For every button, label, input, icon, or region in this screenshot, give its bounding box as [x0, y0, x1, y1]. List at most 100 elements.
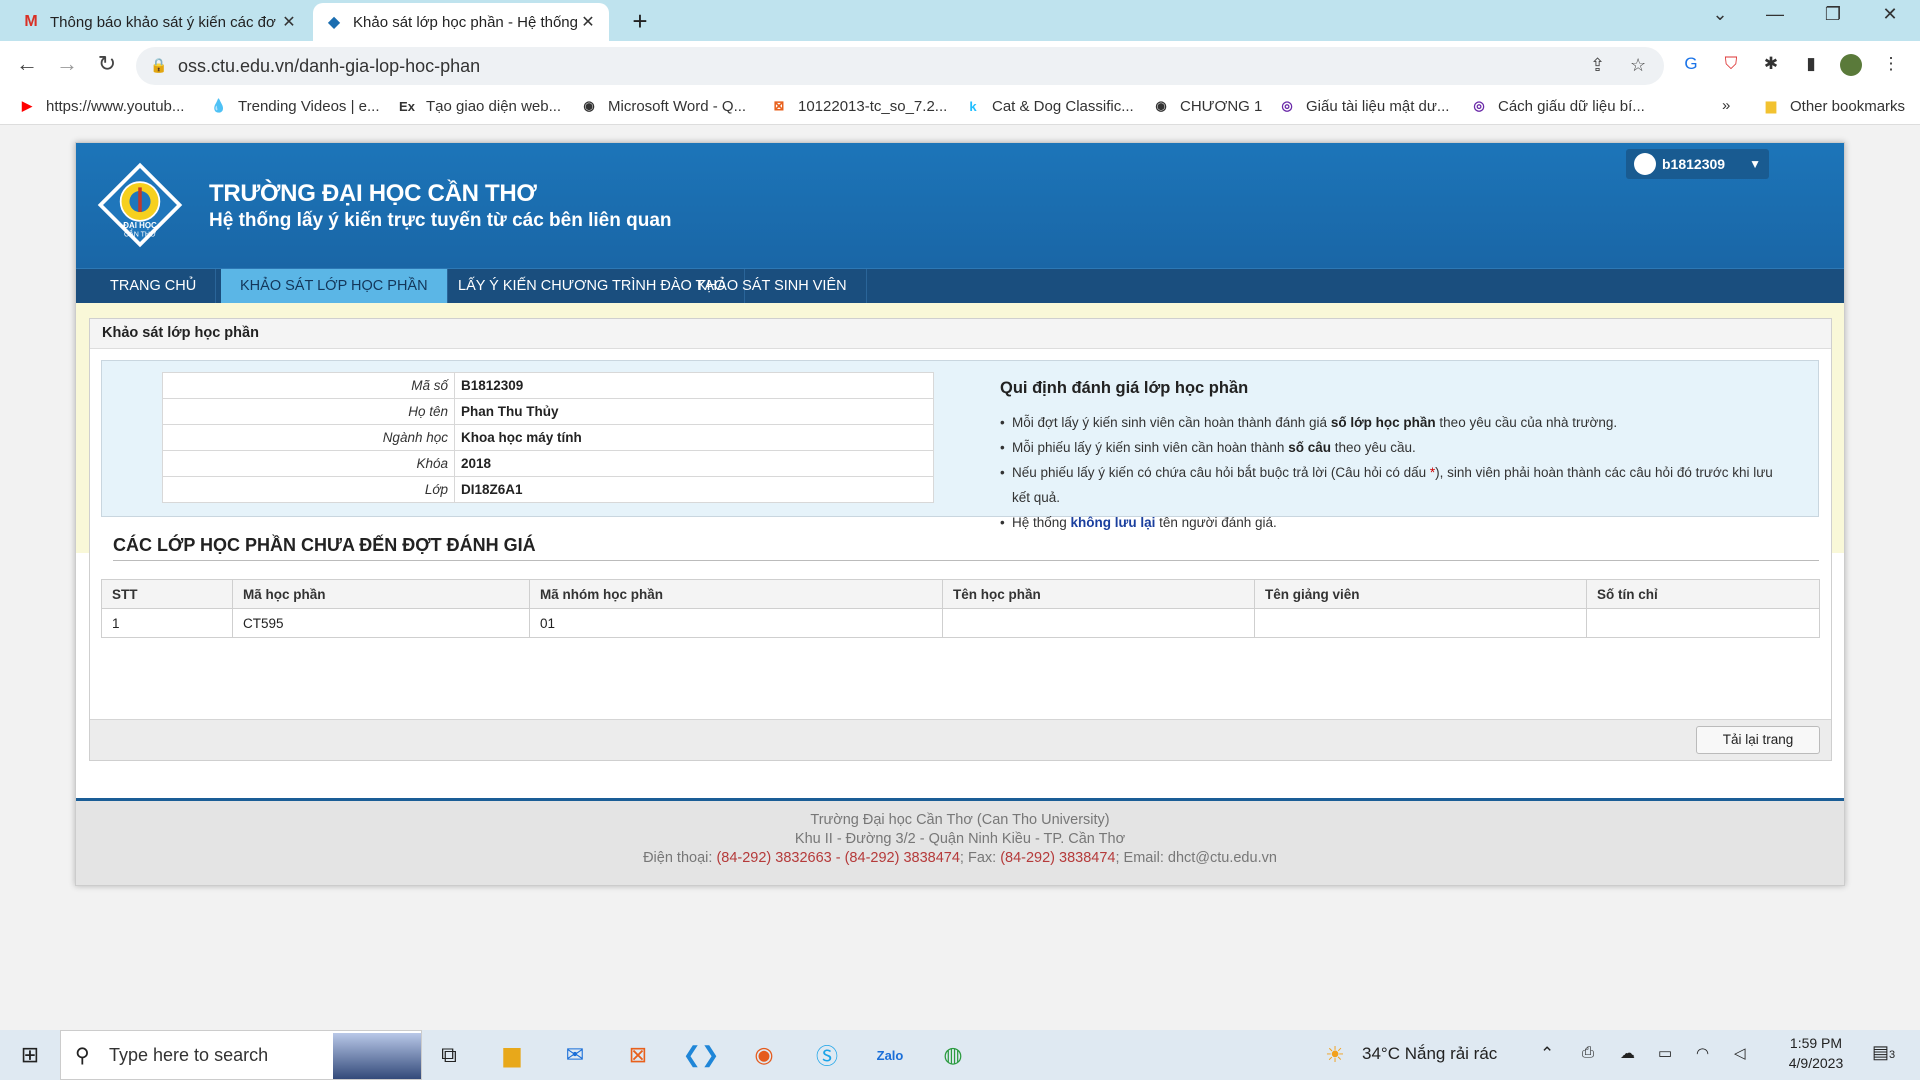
- tray-device-icon[interactable]: ⎙: [1582, 1044, 1594, 1061]
- chrome-menu-icon[interactable]: ⋮: [1880, 54, 1902, 76]
- extension-shield-icon[interactable]: ⛉: [1720, 54, 1742, 76]
- windows-start-icon[interactable]: ⊞: [13, 1039, 47, 1071]
- avatar: [1634, 153, 1656, 175]
- close-tab-icon[interactable]: ✕: [280, 12, 298, 32]
- rule-item: Mỗi phiếu lấy ý kiến sinh viên cần hoàn …: [1000, 435, 1780, 460]
- bookmark-star-icon[interactable]: ☆: [1630, 55, 1646, 76]
- taskbar-search[interactable]: ⚲ Type here to search: [60, 1030, 422, 1080]
- translate-extension-icon[interactable]: G: [1680, 54, 1702, 76]
- new-tab-button[interactable]: +: [625, 6, 655, 37]
- side-panel-icon[interactable]: ▮: [1800, 54, 1822, 76]
- firefox-icon[interactable]: ◉: [747, 1039, 781, 1071]
- reload-page-button[interactable]: Tải lại trang: [1696, 726, 1820, 754]
- battery-icon[interactable]: ▭: [1658, 1044, 1672, 1062]
- bookmark-tao-giao-dien[interactable]: Ex Tạo giao diện web...: [398, 97, 561, 115]
- bookmark-giau-tai-lieu[interactable]: ◎ Giấu tài liệu mật dư...: [1278, 97, 1449, 115]
- notifications-icon[interactable]: ▤3: [1872, 1042, 1895, 1063]
- browser-tab-survey[interactable]: ◆ Khảo sát lớp học phần - Hệ thống ✕: [313, 3, 609, 41]
- address-bar[interactable]: 🔒 oss.ctu.edu.vn/danh-gia-lop-hoc-phan ⇪…: [136, 47, 1664, 85]
- menu-khao-sat-sinh-vien[interactable]: KHẢO SÁT SINH VIÊN: [678, 269, 867, 304]
- mail-icon[interactable]: ✉: [558, 1039, 592, 1071]
- table-row: 1 CT595 01: [101, 608, 1820, 638]
- ex-icon: Ex: [399, 98, 415, 114]
- wifi-icon[interactable]: ◠: [1696, 1044, 1709, 1062]
- bookmark-label: Other bookmarks: [1790, 97, 1906, 115]
- search-placeholder: Type here to search: [109, 1045, 269, 1065]
- menu-khao-sat-lop-hoc-phan[interactable]: KHẢO SÁT LỚP HỌC PHẦN: [221, 269, 448, 304]
- show-hidden-icons[interactable]: ⌃: [1540, 1044, 1554, 1064]
- chrome-icon[interactable]: ◍: [936, 1039, 970, 1071]
- rule-item: Hệ thống không lưu lại tên người đánh gi…: [1000, 510, 1780, 535]
- close-tab-icon[interactable]: ✕: [579, 12, 597, 32]
- info-row: Mã số B1812309: [162, 372, 934, 399]
- user-menu-button[interactable]: b1812309 ▼: [1626, 149, 1769, 179]
- bookmark-10122013[interactable]: ⊠ 10122013-tc_so_7.2...: [770, 97, 948, 115]
- volume-icon[interactable]: ◁: [1734, 1044, 1746, 1062]
- info-row: Khóa 2018: [162, 450, 934, 477]
- profile-avatar[interactable]: [1840, 54, 1862, 76]
- bookmark-chuong-1[interactable]: ◉ CHƯƠNG 1: [1152, 97, 1262, 115]
- col-ma-hoc-phan: Mã học phần: [232, 579, 530, 609]
- weather-icon[interactable]: ☀: [1318, 1039, 1352, 1071]
- email-link[interactable]: dhct@ctu.edu.vn: [1168, 850, 1277, 866]
- skype-icon[interactable]: Ⓢ: [810, 1039, 844, 1071]
- info-row: Ngành học Khoa học máy tính: [162, 424, 934, 451]
- section-title: CÁC LỚP HỌC PHẦN CHƯA ĐẾN ĐỢT ĐÁNH GIÁ: [113, 535, 1819, 561]
- maximize-icon[interactable]: ❐: [1813, 4, 1853, 25]
- bookmark-cat-dog[interactable]: k Cat & Dog Classific...: [964, 97, 1134, 115]
- bookmark-label: https://www.youtub...: [46, 97, 185, 115]
- bookmark-label: Trending Videos | e...: [238, 97, 380, 115]
- close-window-icon[interactable]: ✕: [1870, 4, 1910, 25]
- course-table: STT Mã học phần Mã nhóm học phần Tên học…: [101, 579, 1820, 638]
- ctu-icon: ◆: [327, 14, 341, 31]
- info-label: Họ tên: [162, 398, 455, 425]
- bookmark-label: Cat & Dog Classific...: [992, 97, 1134, 115]
- forward-icon[interactable]: →: [52, 51, 82, 77]
- browser-toolbar: ← → ↻ 🔒 oss.ctu.edu.vn/danh-gia-lop-hoc-…: [0, 41, 1920, 91]
- panel-footer: Tải lại trang: [90, 719, 1831, 760]
- tab-search-icon[interactable]: ⌄: [1700, 4, 1740, 25]
- student-info-box: Mã số B1812309 Họ tên Phan Thu Thủy Ngành …: [101, 360, 1819, 535]
- info-row: Lớp DI18Z6A1: [162, 476, 934, 503]
- onedrive-icon[interactable]: ☁: [1620, 1044, 1635, 1062]
- bookmarks-bar: ▶ https://www.youtub... 💧 Trending Videos …: [0, 91, 1920, 125]
- task-view-icon[interactable]: ⧉: [432, 1039, 466, 1071]
- table-header-row: STT Mã học phần Mã nhóm học phần Tên học…: [101, 579, 1820, 609]
- table-cell: [1586, 608, 1820, 638]
- clock[interactable]: 1:59 PM 4/9/2023: [1786, 1035, 1846, 1071]
- bookmark-microsoft-word[interactable]: ◉ Microsoft Word - Q...: [580, 97, 746, 115]
- student-info-table: Mã số B1812309 Họ tên Phan Thu Thủy Ngành …: [162, 372, 934, 503]
- bookmark-trending[interactable]: 💧 Trending Videos | e...: [210, 97, 380, 115]
- kaggle-icon: k: [969, 98, 977, 114]
- share-icon[interactable]: ⇪: [1590, 55, 1605, 76]
- svg-text:ĐẠI HỌC: ĐẠI HỌC: [123, 221, 157, 230]
- info-label: Ngành học: [162, 424, 455, 451]
- more-bookmarks-icon[interactable]: »: [1722, 97, 1730, 114]
- browser-tab-gmail[interactable]: M Thông báo khảo sát ý kiến các đơ ✕: [10, 3, 310, 41]
- lock-icon[interactable]: 🔒: [150, 57, 167, 74]
- windows-taskbar: ⊞ ⚲ Type here to search ⧉ ▆ ✉ ⊠ ❮❯ ◉ Ⓢ Z…: [0, 1030, 1920, 1080]
- menu-trang-chu[interactable]: TRANG CHỦ: [91, 269, 217, 304]
- username: b1812309: [1662, 156, 1726, 172]
- reload-icon[interactable]: ↻: [92, 51, 122, 77]
- file-explorer-icon[interactable]: ▆: [495, 1039, 529, 1071]
- bookmark-label: Microsoft Word - Q...: [608, 97, 747, 115]
- info-value: 2018: [454, 450, 934, 477]
- info-value: Phan Thu Thủy: [454, 398, 934, 425]
- weather-text[interactable]: 34°C Nắng rải rác: [1362, 1044, 1497, 1064]
- footer-line: Trường Đại học Cần Thơ (Can Tho Universi…: [810, 812, 1110, 828]
- university-logo-icon: ĐẠI HỌC CẦN THƠ: [97, 162, 183, 248]
- back-icon[interactable]: ←: [12, 51, 42, 77]
- extensions-puzzle-icon[interactable]: ✱: [1760, 54, 1782, 76]
- url-text[interactable]: oss.ctu.edu.vn/danh-gia-lop-hoc-phan: [178, 56, 480, 77]
- vscode-icon[interactable]: ❮❯: [683, 1039, 720, 1071]
- zalo-icon[interactable]: Zalo: [873, 1039, 907, 1071]
- bookmark-youtube[interactable]: ▶ https://www.youtub...: [18, 97, 184, 115]
- minimize-icon[interactable]: —: [1755, 4, 1795, 25]
- rule-item: Nếu phiếu lấy ý kiến có chứa câu hỏi bắt…: [1000, 460, 1780, 510]
- bookmark-label: Tạo giao diện web...: [426, 97, 562, 115]
- info-label: Lớp: [162, 476, 455, 503]
- other-bookmarks[interactable]: ▆ Other bookmarks: [1762, 97, 1905, 115]
- bookmark-cach-giau[interactable]: ◎ Cách giấu dữ liệu bí...: [1470, 97, 1644, 115]
- xampp-icon[interactable]: ⊠: [621, 1039, 655, 1071]
